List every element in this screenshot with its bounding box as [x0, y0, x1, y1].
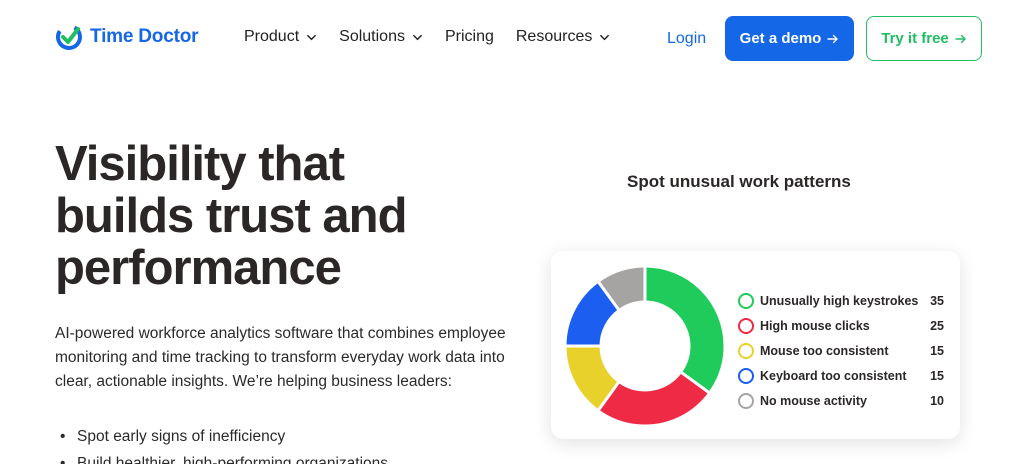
- legend-ring-icon: [738, 392, 754, 409]
- legend-label: Mouse too consistent: [760, 343, 889, 358]
- legend-label: No mouse activity: [760, 393, 867, 408]
- nav-item-pricing[interactable]: Pricing: [445, 28, 494, 46]
- brand-name: Time Doctor: [90, 26, 199, 47]
- hero-title: Visibility that builds trust and perform…: [55, 137, 408, 295]
- legend-item: No mouse activity 10: [738, 388, 944, 413]
- nav-item-product[interactable]: Product: [244, 28, 317, 46]
- card-heading: Spot unusual work patterns: [627, 172, 851, 191]
- nav-item-label: Pricing: [444, 28, 494, 45]
- try-free-label: Try it free: [881, 30, 949, 47]
- arrow-right-icon: [955, 34, 966, 43]
- legend-ring-icon: [738, 317, 754, 334]
- chevron-down-icon: [307, 34, 317, 40]
- legend-value: 25: [930, 318, 944, 333]
- site-header: Time Doctor Product Solutions Pricing Re…: [0, 0, 1024, 78]
- hero-bullets: Spot early signs of inefficiency Build h…: [60, 425, 520, 464]
- nav-item-label: Resources: [515, 28, 593, 45]
- legend-label: Unusually high keystrokes: [760, 293, 919, 308]
- legend-label: High mouse clicks: [760, 318, 870, 333]
- legend-value: 35: [930, 293, 944, 308]
- legend-item: Unusually high keystrokes 35: [738, 288, 944, 313]
- chart-legend: Unusually high keystrokes 35 High mouse cl…: [738, 288, 944, 413]
- legend-ring-icon: [738, 342, 754, 359]
- nav-item-label: Product: [244, 28, 300, 45]
- logo-check-icon: [56, 24, 82, 50]
- work-patterns-card: Unusually high keystrokes 35 High mouse cl…: [551, 251, 960, 439]
- legend-item: High mouse clicks 25: [738, 313, 944, 338]
- arrow-right-icon: [827, 34, 839, 43]
- get-demo-button[interactable]: Get a demo: [725, 16, 854, 61]
- legend-ring-icon: [738, 292, 754, 309]
- nav-item-resources[interactable]: Resources: [516, 28, 610, 46]
- legend-value: 15: [930, 368, 944, 383]
- main-nav: Product Solutions Pricing Resources: [244, 28, 632, 46]
- chevron-down-icon: [600, 34, 610, 40]
- brand-logo[interactable]: Time Doctor: [54, 22, 199, 52]
- try-free-button[interactable]: Try it free: [866, 16, 982, 61]
- nav-item-label: Solutions: [339, 28, 405, 45]
- nav-item-solutions[interactable]: Solutions: [339, 28, 423, 46]
- legend-value: 10: [930, 393, 944, 408]
- legend-value: 15: [930, 343, 944, 358]
- legend-item: Mouse too consistent 15: [738, 338, 944, 363]
- legend-label: Keyboard too consistent: [760, 368, 907, 383]
- legend-ring-icon: [738, 367, 754, 384]
- list-item: Build healthier, high-performing organiz…: [60, 452, 520, 464]
- chevron-down-icon: [413, 34, 422, 40]
- donut-chart: [566, 267, 724, 425]
- get-demo-label: Get a demo: [739, 30, 822, 47]
- login-link[interactable]: Login: [667, 30, 706, 48]
- list-item: Spot early signs of inefficiency: [60, 425, 520, 449]
- legend-item: Keyboard too consistent 15: [738, 363, 944, 388]
- hero-description: AI-powered workforce analytics software …: [55, 325, 506, 390]
